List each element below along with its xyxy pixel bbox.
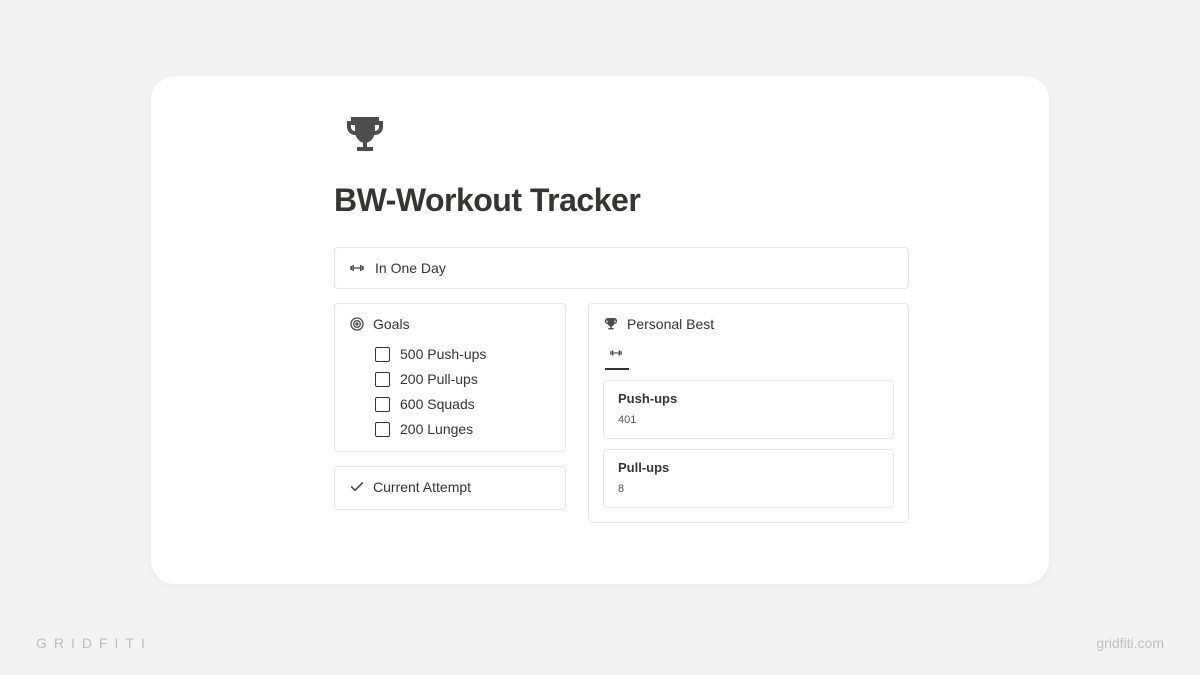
dumbbell-icon bbox=[349, 260, 365, 276]
goals-heading: Goals bbox=[373, 316, 410, 332]
right-column: Personal Best bbox=[588, 303, 909, 523]
check-icon bbox=[349, 479, 365, 495]
pb-heading-row: Personal Best bbox=[603, 316, 894, 332]
pb-item-value: 8 bbox=[618, 483, 879, 495]
goal-label: 500 Push-ups bbox=[400, 346, 486, 362]
callout-label: In One Day bbox=[375, 260, 446, 276]
goal-label: 200 Pull-ups bbox=[400, 371, 478, 387]
pb-list: Push-ups 401 Pull-ups 8 bbox=[603, 380, 894, 508]
page-content: BW-Workout Tracker In One Day bbox=[334, 104, 909, 523]
app-card: BW-Workout Tracker In One Day bbox=[151, 76, 1049, 584]
pb-item-value: 401 bbox=[618, 414, 879, 426]
checkbox-icon[interactable] bbox=[375, 372, 390, 387]
checkbox-icon[interactable] bbox=[375, 397, 390, 412]
pb-item[interactable]: Pull-ups 8 bbox=[603, 449, 894, 508]
current-attempt-block: Current Attempt bbox=[334, 466, 566, 510]
checkbox-icon[interactable] bbox=[375, 347, 390, 362]
dumbbell-icon bbox=[609, 346, 625, 362]
page-title: BW-Workout Tracker bbox=[334, 182, 909, 219]
callout-in-one-day[interactable]: In One Day bbox=[334, 247, 909, 289]
pb-tabs bbox=[603, 342, 894, 370]
pb-item-name: Pull-ups bbox=[618, 460, 879, 475]
current-heading: Current Attempt bbox=[373, 479, 471, 495]
columns: Goals 500 Push-ups 200 Pull-ups bbox=[334, 303, 909, 523]
left-column: Goals 500 Push-ups 200 Pull-ups bbox=[334, 303, 566, 523]
goal-label: 200 Lunges bbox=[400, 421, 473, 437]
pb-tab-dumbbell[interactable] bbox=[605, 342, 629, 370]
goals-block: Goals 500 Push-ups 200 Pull-ups bbox=[334, 303, 566, 452]
goal-item[interactable]: 200 Pull-ups bbox=[375, 371, 551, 387]
trophy-icon bbox=[334, 104, 396, 166]
goals-heading-row: Goals bbox=[349, 316, 551, 332]
brand-url: gridfiti.com bbox=[1096, 635, 1164, 651]
goal-item[interactable]: 200 Lunges bbox=[375, 421, 551, 437]
checkbox-icon[interactable] bbox=[375, 422, 390, 437]
goal-item[interactable]: 500 Push-ups bbox=[375, 346, 551, 362]
goals-list: 500 Push-ups 200 Pull-ups 600 Squads bbox=[349, 346, 551, 437]
brand-watermark: GRIDFITI bbox=[36, 635, 152, 651]
pb-item-name: Push-ups bbox=[618, 391, 879, 406]
current-heading-row: Current Attempt bbox=[349, 479, 551, 495]
target-icon bbox=[349, 316, 365, 332]
goal-label: 600 Squads bbox=[400, 396, 475, 412]
personal-best-block: Personal Best bbox=[588, 303, 909, 523]
trophy-icon bbox=[603, 316, 619, 332]
pb-item[interactable]: Push-ups 401 bbox=[603, 380, 894, 439]
pb-heading: Personal Best bbox=[627, 316, 714, 332]
goal-item[interactable]: 600 Squads bbox=[375, 396, 551, 412]
